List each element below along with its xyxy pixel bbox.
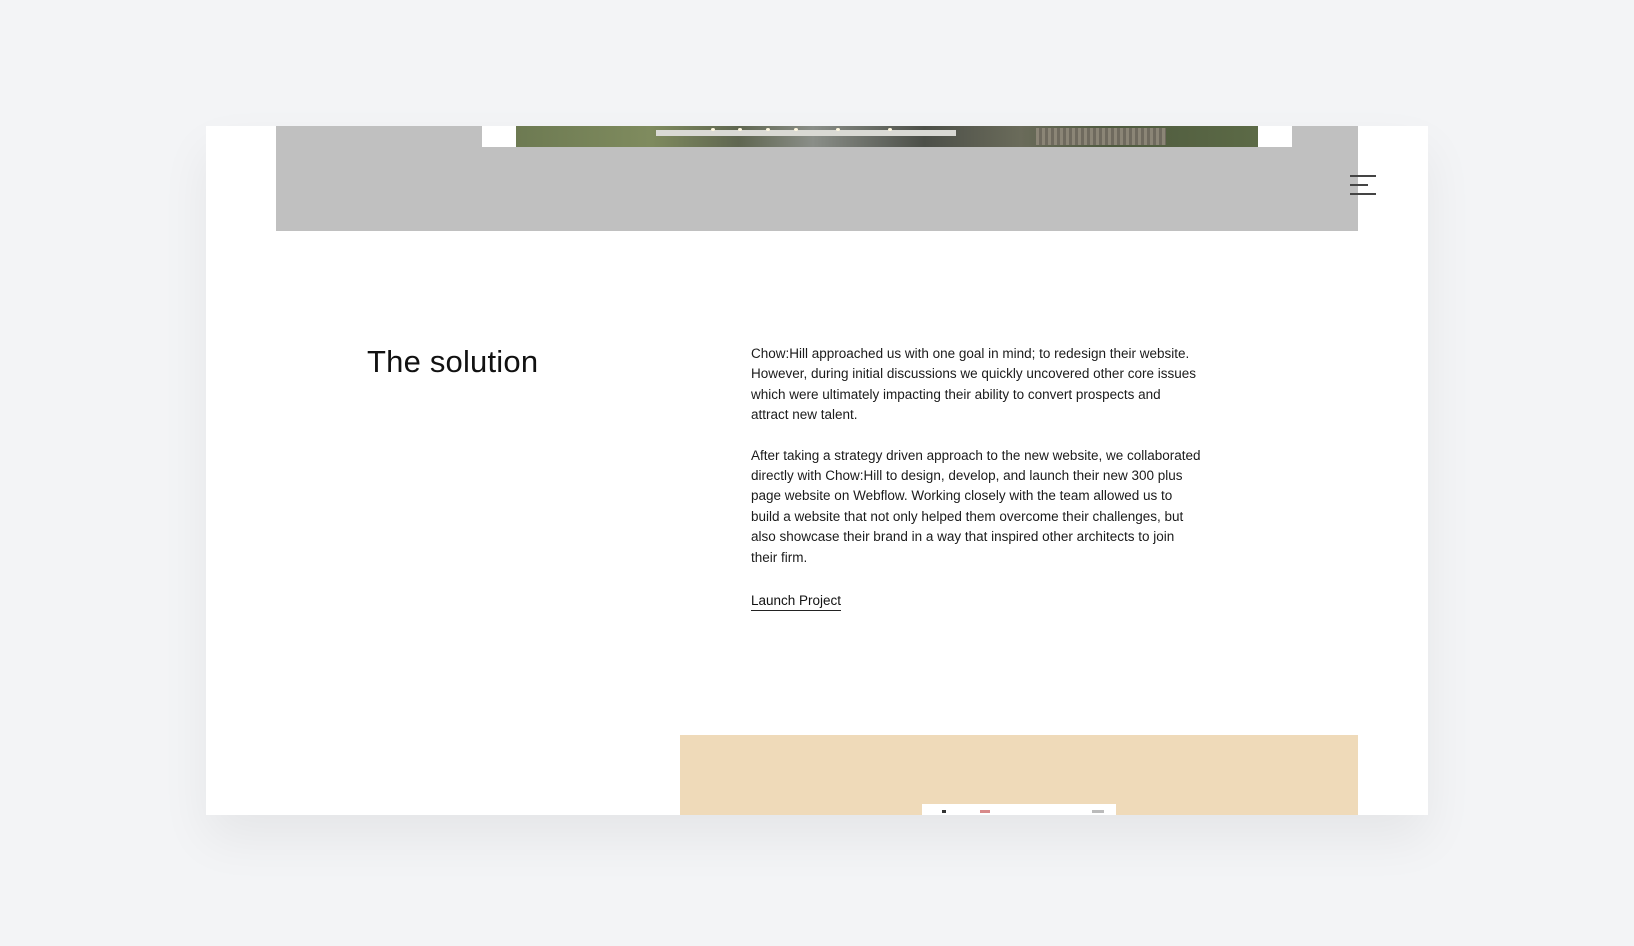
hero-image-fence — [1036, 128, 1166, 145]
section-title: The solution — [367, 344, 539, 379]
logo-mark — [1092, 810, 1104, 813]
hero-image-light — [711, 128, 715, 131]
menu-button[interactable] — [1350, 172, 1378, 198]
website-preview: The solution Chow:Hill approached us wit… — [206, 126, 1428, 815]
logo-mark — [942, 810, 946, 813]
hero-card — [482, 126, 1292, 147]
hero-image-light — [766, 128, 770, 131]
hero-image-deck — [656, 130, 956, 136]
hero-band — [276, 126, 1358, 231]
solution-paragraph-2: After taking a strategy driven approach … — [751, 447, 1201, 565]
hero-image-light — [836, 128, 840, 131]
launch-project-link[interactable]: Launch Project — [751, 593, 842, 612]
solution-body: Chow:Hill approached us with one goal in… — [751, 344, 1201, 612]
next-section-band — [680, 735, 1358, 815]
hero-image-light — [738, 128, 742, 131]
hero-image-light — [794, 128, 798, 131]
next-section-card — [922, 804, 1116, 815]
hero-image-light — [888, 128, 892, 131]
solution-paragraph-1: Chow:Hill approached us with one goal in… — [751, 346, 1196, 423]
hero-image — [516, 126, 1258, 147]
logo-mark — [980, 810, 990, 813]
